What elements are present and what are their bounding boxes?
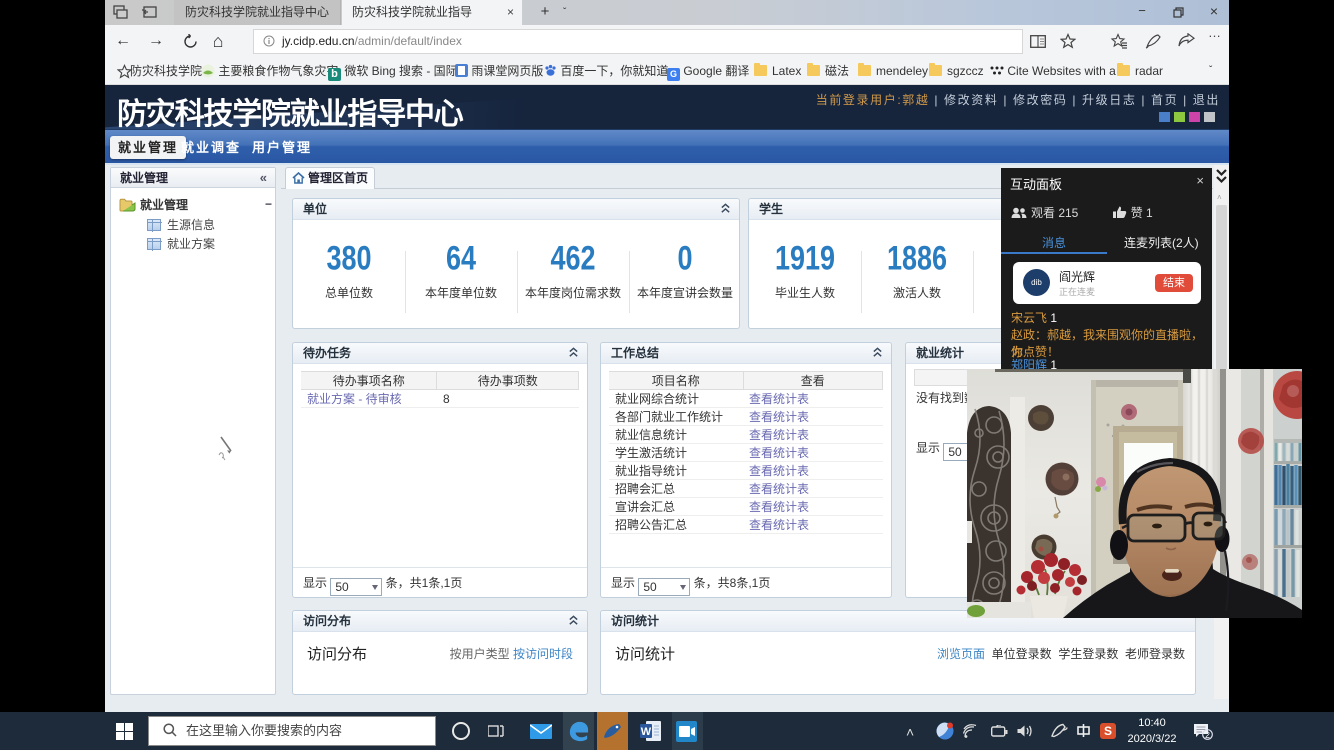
svg-text:2: 2 (1205, 730, 1210, 740)
svg-text:W: W (641, 726, 652, 738)
